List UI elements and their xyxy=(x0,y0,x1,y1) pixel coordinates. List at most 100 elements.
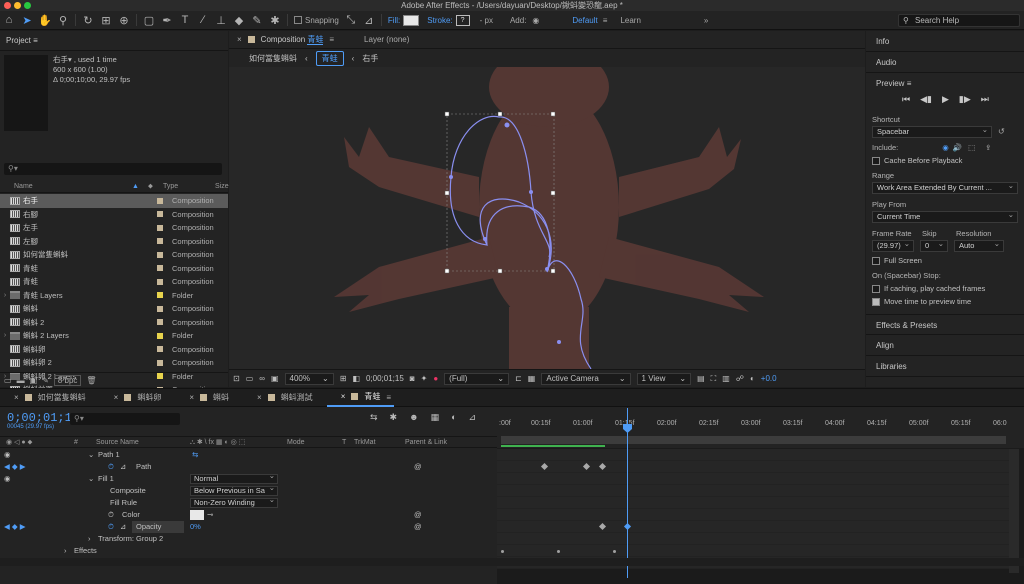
range-dropdown[interactable]: Work Area Extended By Current ... xyxy=(872,182,1018,194)
new-composition-icon[interactable]: ▣ xyxy=(30,376,38,385)
pickwhip-icon[interactable]: @ xyxy=(414,509,422,521)
keyframe-nav-icon[interactable]: ◀ ◆ ▶ xyxy=(4,461,25,473)
workspace-menu-icon[interactable]: ≡ xyxy=(603,16,608,25)
brush-tool-icon[interactable]: ∕ xyxy=(194,12,212,29)
project-item[interactable]: 蝌蚪 2 Composition xyxy=(0,316,228,330)
motion-blur-icon[interactable]: ◐ xyxy=(451,412,456,423)
graph-editor-icon[interactable]: ⊿ xyxy=(469,412,477,423)
close-tab-icon[interactable]: × xyxy=(257,393,262,402)
expand-icon[interactable]: › xyxy=(64,545,67,557)
grid-icon[interactable]: ⊞ xyxy=(340,374,347,383)
transparency-grid-icon[interactable]: ▦ xyxy=(528,374,536,383)
composite-dropdown[interactable]: Below Previous in Sa xyxy=(190,486,278,496)
layer-tab[interactable]: Layer (none) xyxy=(364,35,409,44)
resolution-dropdown[interactable]: (Full) ⌄ xyxy=(444,372,510,385)
keyframe[interactable] xyxy=(582,462,591,471)
timeline-tab[interactable]: × 如何當隻蝌蚪 xyxy=(0,392,100,403)
camera-tool-icon[interactable]: ⊞ xyxy=(97,12,115,29)
label-color-icon[interactable] xyxy=(157,224,163,231)
current-time-display[interactable]: 0;00;01;15 xyxy=(366,374,404,383)
selection-tool-icon[interactable]: ➤ xyxy=(18,12,36,29)
eyedropper-icon[interactable]: ⊸ xyxy=(207,509,213,521)
time-ruler[interactable]: :00f 00:15f 01:00f 01:15f 02:00f 02:15f 03:00f… xyxy=(497,408,1024,448)
close-window-button[interactable] xyxy=(4,2,11,9)
workspace-default[interactable]: Default xyxy=(572,16,597,25)
label-color-icon[interactable] xyxy=(157,305,163,312)
snapping-toggle[interactable]: Snapping xyxy=(294,16,339,25)
libraries-header[interactable]: Libraries xyxy=(866,356,1024,377)
property-row-path[interactable]: ◀ ◆ ▶ ⏱ ⊿ Path @ xyxy=(0,461,497,473)
fast-previews-icon[interactable]: ⛶ xyxy=(711,374,717,384)
panel-menu-icon[interactable]: ≡ xyxy=(33,36,38,45)
color-swatch[interactable] xyxy=(190,510,204,520)
label-color-icon[interactable] xyxy=(157,359,163,366)
composition-viewport[interactable] xyxy=(229,67,865,369)
workspace-more-icon[interactable]: » xyxy=(704,16,708,25)
property-row-color[interactable]: ⏱ Color ⊸ @ xyxy=(0,509,497,521)
search-help-input[interactable]: ⚲ Search Help xyxy=(898,14,1020,27)
stopwatch-icon[interactable]: ⏱ xyxy=(108,461,114,473)
safe-zones-icon[interactable]: ▣ xyxy=(271,374,279,383)
stroke-swatch[interactable]: ? xyxy=(455,14,470,26)
type-tool-icon[interactable]: T xyxy=(176,12,194,29)
play-icon[interactable]: ▶ xyxy=(942,94,949,105)
project-item[interactable]: 左手 Composition xyxy=(0,221,228,235)
keyframe-dot[interactable] xyxy=(613,550,616,553)
track-effects[interactable] xyxy=(497,545,1009,557)
zoom-window-button[interactable] xyxy=(24,2,31,9)
label-color-icon[interactable] xyxy=(157,346,163,353)
project-item[interactable]: 青蛙 Composition xyxy=(0,262,228,276)
label-color-icon[interactable] xyxy=(157,319,163,326)
keyframe-tracks[interactable] xyxy=(497,449,1024,573)
label-color-icon[interactable] xyxy=(157,278,163,285)
project-item[interactable]: › 蝌蚪 2 Layers Folder xyxy=(0,329,228,343)
track-composite[interactable] xyxy=(497,485,1009,497)
track-path1[interactable] xyxy=(497,449,1009,461)
view-3d-glasses-icon[interactable]: ∞ xyxy=(259,374,265,383)
reset-shortcut-icon[interactable]: ↺ xyxy=(998,127,1005,136)
track-color[interactable] xyxy=(497,509,1009,521)
home-icon[interactable]: ⌂ xyxy=(0,12,18,29)
project-search-input[interactable]: ⚲▾ xyxy=(4,163,222,175)
breadcrumb-item-2[interactable]: 右手 xyxy=(362,53,378,64)
close-tab-icon[interactable]: × xyxy=(114,393,119,402)
shy-icon[interactable]: ☻ xyxy=(409,412,418,423)
label-color-icon[interactable] xyxy=(157,292,163,299)
timeline-tab[interactable]: × 蝌蚪 xyxy=(175,392,243,403)
snap-icon[interactable]: ⤡ xyxy=(342,12,360,29)
project-item[interactable]: 右腳 Composition xyxy=(0,208,228,222)
stopwatch-icon[interactable]: ⏱ xyxy=(108,521,114,533)
eraser-tool-icon[interactable]: ◆ xyxy=(230,12,248,29)
fill-mode-dropdown[interactable]: Normal xyxy=(190,474,278,484)
project-panel-header[interactable]: Project ≡ xyxy=(0,31,228,51)
always-preview-icon[interactable]: ⊡ xyxy=(233,374,240,383)
hand-tool-icon[interactable]: ✋ xyxy=(36,12,54,29)
keyframe-dot[interactable] xyxy=(557,550,560,553)
draft-3d-icon[interactable]: ✱ xyxy=(390,412,398,423)
composition-tab[interactable]: Composition 青蛙 xyxy=(261,34,324,45)
keyframe-dot[interactable] xyxy=(501,550,504,553)
breadcrumb-item-1[interactable]: 青蛙 xyxy=(315,50,344,66)
project-item[interactable]: 蝌蚪卵 Composition xyxy=(0,343,228,357)
label-color-icon[interactable] xyxy=(157,265,163,272)
close-tab-icon[interactable]: × xyxy=(189,393,194,402)
property-row-composite[interactable]: Composite Below Previous in Sa xyxy=(0,485,497,497)
close-tab-icon[interactable]: × xyxy=(341,392,346,401)
if-caching-checkbox[interactable]: If caching, play cached frames xyxy=(866,284,1024,293)
info-panel-header[interactable]: Info xyxy=(866,31,1024,52)
workspace-learn[interactable]: Learn xyxy=(620,16,640,25)
clone-stamp-tool-icon[interactable]: ⊥ xyxy=(212,12,230,29)
keyframe[interactable] xyxy=(540,462,549,471)
puppet-tool-icon[interactable]: ✱ xyxy=(266,12,284,29)
snap-options-icon[interactable]: ⊿ xyxy=(360,12,378,29)
label-color-icon[interactable] xyxy=(157,251,163,258)
bit-depth-button[interactable]: 8 bpc xyxy=(53,374,82,386)
timeline-menu-icon[interactable]: ≡ xyxy=(386,393,391,402)
effects-presets-header[interactable]: Effects & Presets xyxy=(866,314,1024,335)
frame-blending-icon[interactable]: ▦ xyxy=(431,412,440,423)
frame-rate-dropdown[interactable]: (29.97) xyxy=(872,240,914,252)
mask-mode-icon[interactable]: ⇆ xyxy=(192,449,198,461)
label-color-icon[interactable] xyxy=(157,332,163,339)
eye-icon[interactable]: ◉ xyxy=(4,449,11,461)
interpret-footage-icon[interactable]: ▭ xyxy=(4,376,12,385)
